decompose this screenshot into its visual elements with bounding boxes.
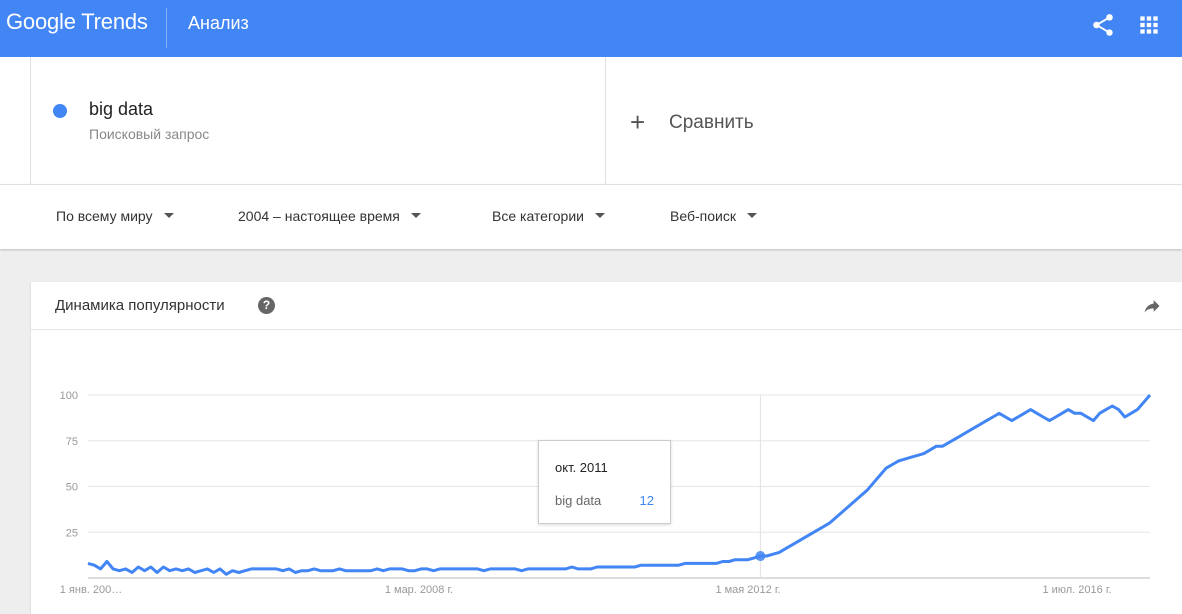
x-tick-label: 1 июл. 2016 г. bbox=[1042, 584, 1111, 596]
y-tick-label: 50 bbox=[66, 482, 78, 494]
chart-tooltip: окт. 2011 big data 12 bbox=[538, 440, 671, 524]
x-tick-label: 1 янв. 200… bbox=[60, 584, 123, 596]
tooltip-value: 12 bbox=[639, 493, 654, 508]
y-tick-label: 25 bbox=[66, 527, 78, 539]
tooltip-term: big data bbox=[555, 493, 602, 508]
hover-point bbox=[755, 551, 766, 562]
y-tick-label: 100 bbox=[60, 390, 78, 402]
x-tick-label: 1 мар. 2008 г. bbox=[385, 584, 453, 596]
tooltip-date: окт. 2011 bbox=[555, 460, 608, 475]
x-tick-label: 1 мая 2012 г. bbox=[715, 584, 780, 596]
y-tick-label: 75 bbox=[66, 436, 78, 448]
